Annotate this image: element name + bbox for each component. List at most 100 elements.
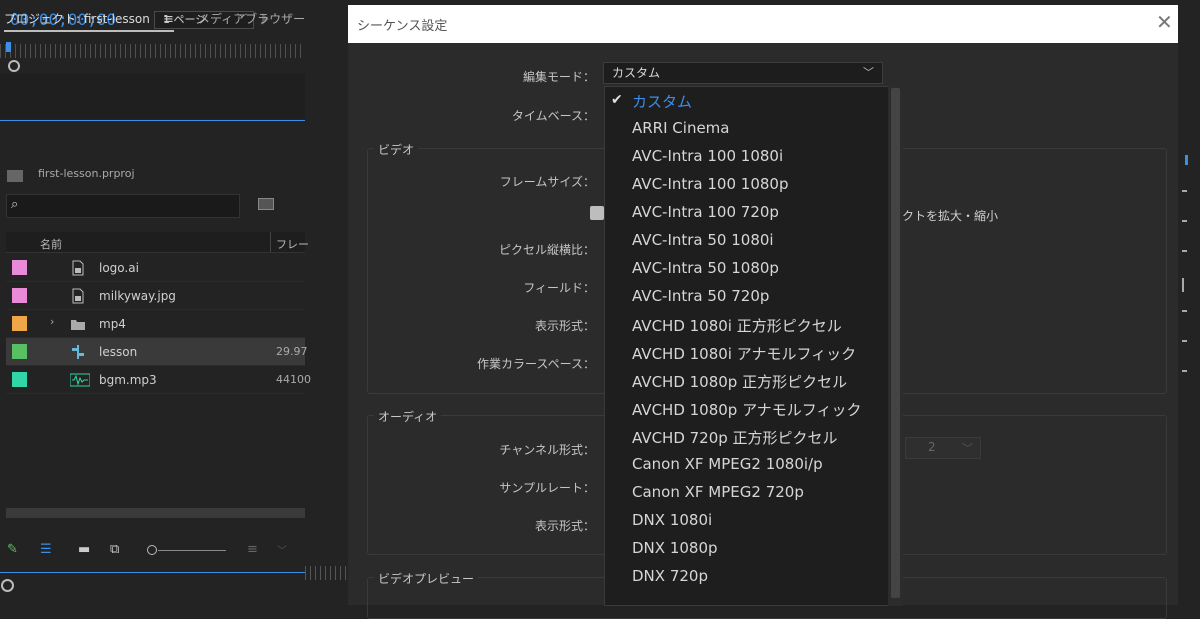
zoom-knob[interactable] xyxy=(8,60,20,72)
column-framerate[interactable]: フレー xyxy=(276,236,309,252)
column-divider[interactable] xyxy=(270,232,271,252)
edit-mode-label: 編集モード： xyxy=(522,70,595,84)
list-item[interactable]: › mp4 xyxy=(6,310,305,338)
dropdown-scroll-thumb[interactable] xyxy=(891,88,900,598)
label-color-swatch[interactable] xyxy=(12,288,27,303)
close-icon[interactable]: ✕ xyxy=(1156,10,1173,34)
tab-project[interactable]: プロジェクト: first-lesson xyxy=(4,10,150,27)
chevron-down-icon[interactable]: ﹀ xyxy=(277,542,287,557)
dropdown-option[interactable]: カスタム xyxy=(632,91,692,112)
item-value: 44100 xyxy=(276,373,311,386)
sort-icon[interactable]: ≡ xyxy=(247,542,258,557)
dialog-titlebar[interactable] xyxy=(348,5,1178,43)
label-color-swatch[interactable] xyxy=(12,372,27,387)
panel-divider xyxy=(0,572,305,573)
scale-checkbox-label: ェクトを拡大・縮小 xyxy=(890,209,999,223)
tick-mark xyxy=(1182,250,1187,252)
timebase-label: タイムベース： xyxy=(511,109,595,123)
tick-mark xyxy=(1182,370,1187,372)
dropdown-option[interactable]: AVC-Intra 50 720p xyxy=(632,287,769,305)
audio-display-format-label: 表示形式： xyxy=(534,519,595,533)
item-name: milkyway.jpg xyxy=(99,289,176,303)
marker xyxy=(1185,155,1188,165)
zoom-slider[interactable] xyxy=(158,550,226,551)
audio-file-icon xyxy=(70,373,90,387)
dropdown-option[interactable]: AVCHD 1080p 正方形ピクセル xyxy=(632,371,847,392)
tab-underline xyxy=(4,30,174,32)
dropdown-option[interactable]: AVC-Intra 50 1080p xyxy=(632,259,779,277)
item-name: lesson xyxy=(99,345,138,359)
dropdown-option[interactable]: DNX 720p xyxy=(632,567,708,585)
track-area xyxy=(0,74,305,118)
label-color-swatch[interactable] xyxy=(12,344,27,359)
dropdown-option[interactable]: AVCHD 720p 正方形ピクセル xyxy=(632,427,838,448)
edit-mode-value: カスタム xyxy=(612,66,661,80)
right-panel-strip xyxy=(1177,0,1200,600)
list-item[interactable]: logo.ai xyxy=(6,254,305,282)
dropdown-option[interactable]: DNX 1080p xyxy=(632,539,718,557)
item-name: mp4 xyxy=(99,317,126,331)
color-space-label: 作業カラースペース： xyxy=(477,357,595,371)
tick-mark xyxy=(1182,190,1187,192)
pixel-aspect-label: ピクセル縦横比： xyxy=(498,243,595,257)
list-view-icon[interactable]: ☰ xyxy=(40,542,52,557)
image-file-icon xyxy=(72,288,84,304)
dropdown-option[interactable]: AVCHD 1080i 正方形ピクセル xyxy=(632,315,842,336)
dropdown-option[interactable]: AVC-Intra 50 1080i xyxy=(632,231,774,249)
tick-mark xyxy=(1182,278,1184,292)
item-name: logo.ai xyxy=(99,261,139,275)
playhead[interactable] xyxy=(6,42,11,52)
project-file-name: first-lesson.prproj xyxy=(38,167,135,180)
pencil-icon[interactable]: ✎ xyxy=(7,542,18,557)
video-section-title: ビデオ xyxy=(374,141,419,158)
icon-view-icon[interactable]: ▬ xyxy=(78,542,90,557)
dropdown-option[interactable]: AVC-Intra 100 1080i xyxy=(632,147,783,165)
chevron-down-icon: ﹀ xyxy=(962,442,973,455)
tick-mark xyxy=(1182,220,1187,222)
label-color-swatch[interactable] xyxy=(12,316,27,331)
dropdown-option[interactable]: Canon XF MPEG2 1080i/p xyxy=(632,455,823,473)
image-file-icon xyxy=(72,260,84,276)
column-name[interactable]: 名前 xyxy=(40,236,62,252)
scale-checkbox[interactable] xyxy=(590,206,604,220)
audio-section-title: オーディオ xyxy=(374,408,442,425)
horizontal-scrollbar[interactable] xyxy=(6,508,305,518)
edit-mode-select[interactable]: カスタム ﹀ xyxy=(603,62,883,84)
dropdown-option[interactable]: ARRI Cinema xyxy=(632,119,729,137)
channel-format-label: チャンネル形式： xyxy=(499,443,595,457)
video-preview-section-title: ビデオプレビュー xyxy=(374,570,479,587)
project-tabs xyxy=(0,120,305,155)
list-item[interactable]: bgm.mp3 44100 xyxy=(6,366,311,394)
search-input[interactable] xyxy=(6,194,240,218)
list-item-selected[interactable]: lesson 29.97 xyxy=(6,338,308,366)
label-color-swatch[interactable] xyxy=(12,260,27,275)
find-icon[interactable] xyxy=(258,198,274,210)
tick-mark xyxy=(1182,310,1187,312)
panel-menu-icon[interactable]: ≡ xyxy=(163,12,174,27)
dropdown-option[interactable]: AVC-Intra 100 1080p xyxy=(632,175,788,193)
dropdown-option[interactable]: DNX 1080i xyxy=(632,511,712,529)
field-label: フィールド： xyxy=(523,281,595,295)
dropdown-option[interactable]: AVC-Intra 100 720p xyxy=(632,203,779,221)
time-ruler[interactable] xyxy=(0,44,305,58)
chevron-right-icon[interactable]: › xyxy=(50,315,54,328)
item-value: 29.97 xyxy=(276,345,308,358)
status-icon[interactable] xyxy=(1,579,14,592)
dropdown-option[interactable]: AVCHD 1080p アナモルフィック xyxy=(632,399,862,420)
search-icon: ⌕ xyxy=(11,197,19,212)
zoom-slider-knob[interactable] xyxy=(147,545,157,555)
tab-media-browser[interactable]: メディアブラウザー xyxy=(198,10,305,27)
dropdown-option[interactable]: AVCHD 1080i アナモルフィック xyxy=(632,343,856,364)
freeform-view-icon[interactable]: ⧉ xyxy=(110,542,119,557)
item-name: bgm.mp3 xyxy=(99,373,157,387)
chevron-down-icon: ﹀ xyxy=(863,66,874,79)
list-item[interactable]: milkyway.jpg xyxy=(6,282,305,310)
dialog-title: シーケンス設定 xyxy=(357,19,448,34)
dropdown-option[interactable]: Canon XF MPEG2 720p xyxy=(632,483,804,501)
frame-size-label: フレームサイズ： xyxy=(499,175,595,189)
sample-rate-label: サンプルレート： xyxy=(499,481,595,495)
checkmark-icon: ✔ xyxy=(611,92,623,108)
folder-icon xyxy=(71,320,85,330)
audio-channels-value: 2 xyxy=(928,440,936,454)
tick-mark xyxy=(1182,340,1187,342)
